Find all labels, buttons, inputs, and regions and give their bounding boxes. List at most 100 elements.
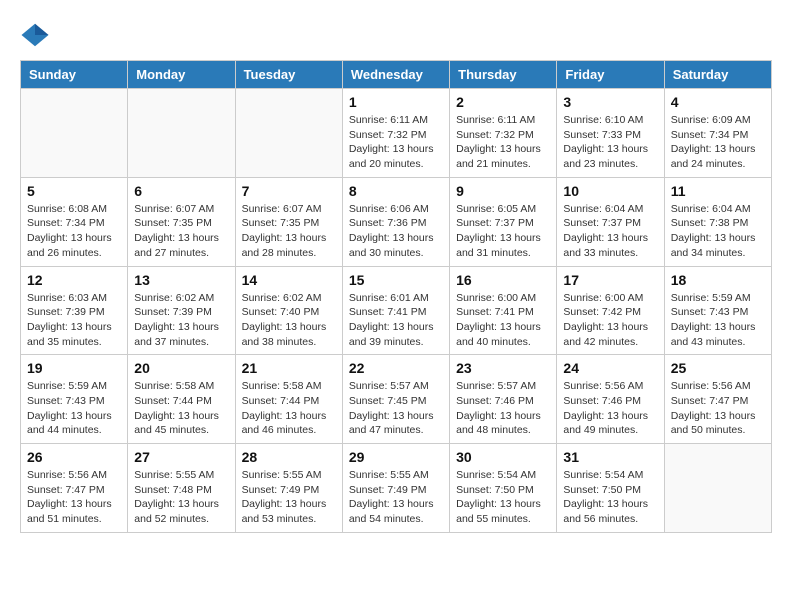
- day-number: 12: [27, 272, 121, 288]
- calendar-cell: 20Sunrise: 5:58 AM Sunset: 7:44 PM Dayli…: [128, 355, 235, 444]
- calendar-week-row: 26 Sunrise: 5:56 AM Sunset: 7:47 PM Dayli…: [21, 444, 772, 533]
- calendar-cell: 2 Sunrise: 6:11 AM Sunset: 7:32 PM Daylig…: [450, 89, 557, 178]
- calendar-cell: 19Sunrise: 5:59 AM Sunset: 7:43 PM Dayli…: [21, 355, 128, 444]
- calendar-cell: 8 Sunrise: 6:06 AM Sunset: 7:36 PM Daylig…: [342, 177, 449, 266]
- day-number: 8: [349, 183, 443, 199]
- day-number: 25: [671, 360, 765, 376]
- calendar-cell: 31 Sunrise: 5:54 AM Sunset: 7:50 PM Dayli…: [557, 444, 664, 533]
- day-number: 20: [134, 360, 228, 376]
- day-info: Sunrise: 5:54 AM Sunset: 7:50 PM Dayligh…: [456, 468, 550, 527]
- calendar-cell: 26 Sunrise: 5:56 AM Sunset: 7:47 PM Dayli…: [21, 444, 128, 533]
- day-number: 16: [456, 272, 550, 288]
- calendar-cell: 25 Sunrise: 5:56 AM Sunset: 7:47 PM Dayli…: [664, 355, 771, 444]
- day-info: Sunrise: 6:05 AM Sunset: 7:37 PM Dayligh…: [456, 202, 550, 261]
- day-number: 29: [349, 449, 443, 465]
- day-info: Sunrise: 5:58 AM Sunset: 7:44 PM Dayligh…: [242, 379, 336, 438]
- day-info: Sunrise: 5:59 AM Sunset: 7:43 PM Dayligh…: [27, 379, 121, 438]
- calendar-week-row: 19Sunrise: 5:59 AM Sunset: 7:43 PM Dayli…: [21, 355, 772, 444]
- calendar-cell: 17 Sunrise: 6:00 AM Sunset: 7:42 PM Dayli…: [557, 266, 664, 355]
- day-number: 7: [242, 183, 336, 199]
- day-number: 3: [563, 94, 657, 110]
- calendar-cell: 9 Sunrise: 6:05 AM Sunset: 7:37 PM Daylig…: [450, 177, 557, 266]
- page-header: [20, 20, 772, 50]
- day-number: 31: [563, 449, 657, 465]
- day-info: Sunrise: 6:02 AM Sunset: 7:39 PM Dayligh…: [134, 291, 228, 350]
- day-number: 4: [671, 94, 765, 110]
- logo-icon: [20, 20, 50, 50]
- weekday-header: Thursday: [450, 61, 557, 89]
- day-info: Sunrise: 6:03 AM Sunset: 7:39 PM Dayligh…: [27, 291, 121, 350]
- weekday-header: Monday: [128, 61, 235, 89]
- calendar-cell: 11 Sunrise: 6:04 AM Sunset: 7:38 PM Dayli…: [664, 177, 771, 266]
- day-info: Sunrise: 6:11 AM Sunset: 7:32 PM Dayligh…: [349, 113, 443, 172]
- weekday-header: Sunday: [21, 61, 128, 89]
- calendar-cell: 6 Sunrise: 6:07 AM Sunset: 7:35 PM Daylig…: [128, 177, 235, 266]
- day-info: Sunrise: 5:55 AM Sunset: 7:49 PM Dayligh…: [349, 468, 443, 527]
- weekday-header: Friday: [557, 61, 664, 89]
- calendar-cell: 3 Sunrise: 6:10 AM Sunset: 7:33 PM Daylig…: [557, 89, 664, 178]
- day-number: 24: [563, 360, 657, 376]
- day-info: Sunrise: 6:07 AM Sunset: 7:35 PM Dayligh…: [242, 202, 336, 261]
- day-number: 15: [349, 272, 443, 288]
- day-info: Sunrise: 6:02 AM Sunset: 7:40 PM Dayligh…: [242, 291, 336, 350]
- day-info: Sunrise: 5:57 AM Sunset: 7:46 PM Dayligh…: [456, 379, 550, 438]
- weekday-header: Saturday: [664, 61, 771, 89]
- day-info: Sunrise: 5:56 AM Sunset: 7:47 PM Dayligh…: [27, 468, 121, 527]
- calendar-week-row: 5 Sunrise: 6:08 AM Sunset: 7:34 PM Daylig…: [21, 177, 772, 266]
- calendar-cell: 14Sunrise: 6:02 AM Sunset: 7:40 PM Dayli…: [235, 266, 342, 355]
- day-number: 28: [242, 449, 336, 465]
- day-info: Sunrise: 5:57 AM Sunset: 7:45 PM Dayligh…: [349, 379, 443, 438]
- calendar-cell: 4 Sunrise: 6:09 AM Sunset: 7:34 PM Daylig…: [664, 89, 771, 178]
- day-info: Sunrise: 5:56 AM Sunset: 7:46 PM Dayligh…: [563, 379, 657, 438]
- day-info: Sunrise: 6:00 AM Sunset: 7:42 PM Dayligh…: [563, 291, 657, 350]
- calendar-cell: 27 Sunrise: 5:55 AM Sunset: 7:48 PM Dayli…: [128, 444, 235, 533]
- day-info: Sunrise: 6:09 AM Sunset: 7:34 PM Dayligh…: [671, 113, 765, 172]
- day-number: 6: [134, 183, 228, 199]
- calendar-cell: 22Sunrise: 5:57 AM Sunset: 7:45 PM Dayli…: [342, 355, 449, 444]
- day-info: Sunrise: 6:06 AM Sunset: 7:36 PM Dayligh…: [349, 202, 443, 261]
- calendar-cell: 18Sunrise: 5:59 AM Sunset: 7:43 PM Dayli…: [664, 266, 771, 355]
- day-number: 30: [456, 449, 550, 465]
- day-info: Sunrise: 6:04 AM Sunset: 7:38 PM Dayligh…: [671, 202, 765, 261]
- calendar-cell: 29 Sunrise: 5:55 AM Sunset: 7:49 PM Dayli…: [342, 444, 449, 533]
- day-number: 2: [456, 94, 550, 110]
- day-number: 1: [349, 94, 443, 110]
- calendar-cell: 13 Sunrise: 6:02 AM Sunset: 7:39 PM Dayli…: [128, 266, 235, 355]
- day-number: 23: [456, 360, 550, 376]
- logo: [20, 20, 55, 50]
- day-number: 5: [27, 183, 121, 199]
- day-number: 9: [456, 183, 550, 199]
- day-info: Sunrise: 6:10 AM Sunset: 7:33 PM Dayligh…: [563, 113, 657, 172]
- calendar-cell: [128, 89, 235, 178]
- calendar-cell: 7 Sunrise: 6:07 AM Sunset: 7:35 PM Daylig…: [235, 177, 342, 266]
- day-info: Sunrise: 6:00 AM Sunset: 7:41 PM Dayligh…: [456, 291, 550, 350]
- day-number: 11: [671, 183, 765, 199]
- day-info: Sunrise: 5:56 AM Sunset: 7:47 PM Dayligh…: [671, 379, 765, 438]
- day-number: 27: [134, 449, 228, 465]
- calendar-cell: 23 Sunrise: 5:57 AM Sunset: 7:46 PM Dayli…: [450, 355, 557, 444]
- calendar-cell: 24 Sunrise: 5:56 AM Sunset: 7:46 PM Dayli…: [557, 355, 664, 444]
- calendar-cell: 16 Sunrise: 6:00 AM Sunset: 7:41 PM Dayli…: [450, 266, 557, 355]
- day-number: 26: [27, 449, 121, 465]
- calendar-week-row: 1 Sunrise: 6:11 AM Sunset: 7:32 PM Daylig…: [21, 89, 772, 178]
- calendar-cell: 30 Sunrise: 5:54 AM Sunset: 7:50 PM Dayli…: [450, 444, 557, 533]
- day-info: Sunrise: 6:11 AM Sunset: 7:32 PM Dayligh…: [456, 113, 550, 172]
- calendar-week-row: 12 Sunrise: 6:03 AM Sunset: 7:39 PM Dayli…: [21, 266, 772, 355]
- day-info: Sunrise: 6:07 AM Sunset: 7:35 PM Dayligh…: [134, 202, 228, 261]
- day-info: Sunrise: 6:04 AM Sunset: 7:37 PM Dayligh…: [563, 202, 657, 261]
- day-info: Sunrise: 6:08 AM Sunset: 7:34 PM Dayligh…: [27, 202, 121, 261]
- day-number: 10: [563, 183, 657, 199]
- calendar-header-row: SundayMondayTuesdayWednesdayThursdayFrid…: [21, 61, 772, 89]
- day-info: Sunrise: 5:54 AM Sunset: 7:50 PM Dayligh…: [563, 468, 657, 527]
- calendar-cell: 1 Sunrise: 6:11 AM Sunset: 7:32 PM Daylig…: [342, 89, 449, 178]
- calendar-cell: 15Sunrise: 6:01 AM Sunset: 7:41 PM Dayli…: [342, 266, 449, 355]
- day-number: 17: [563, 272, 657, 288]
- day-info: Sunrise: 5:55 AM Sunset: 7:48 PM Dayligh…: [134, 468, 228, 527]
- day-number: 13: [134, 272, 228, 288]
- calendar-cell: 12 Sunrise: 6:03 AM Sunset: 7:39 PM Dayli…: [21, 266, 128, 355]
- day-info: Sunrise: 5:55 AM Sunset: 7:49 PM Dayligh…: [242, 468, 336, 527]
- weekday-header: Tuesday: [235, 61, 342, 89]
- day-number: 18: [671, 272, 765, 288]
- calendar-table: SundayMondayTuesdayWednesdayThursdayFrid…: [20, 60, 772, 533]
- weekday-header: Wednesday: [342, 61, 449, 89]
